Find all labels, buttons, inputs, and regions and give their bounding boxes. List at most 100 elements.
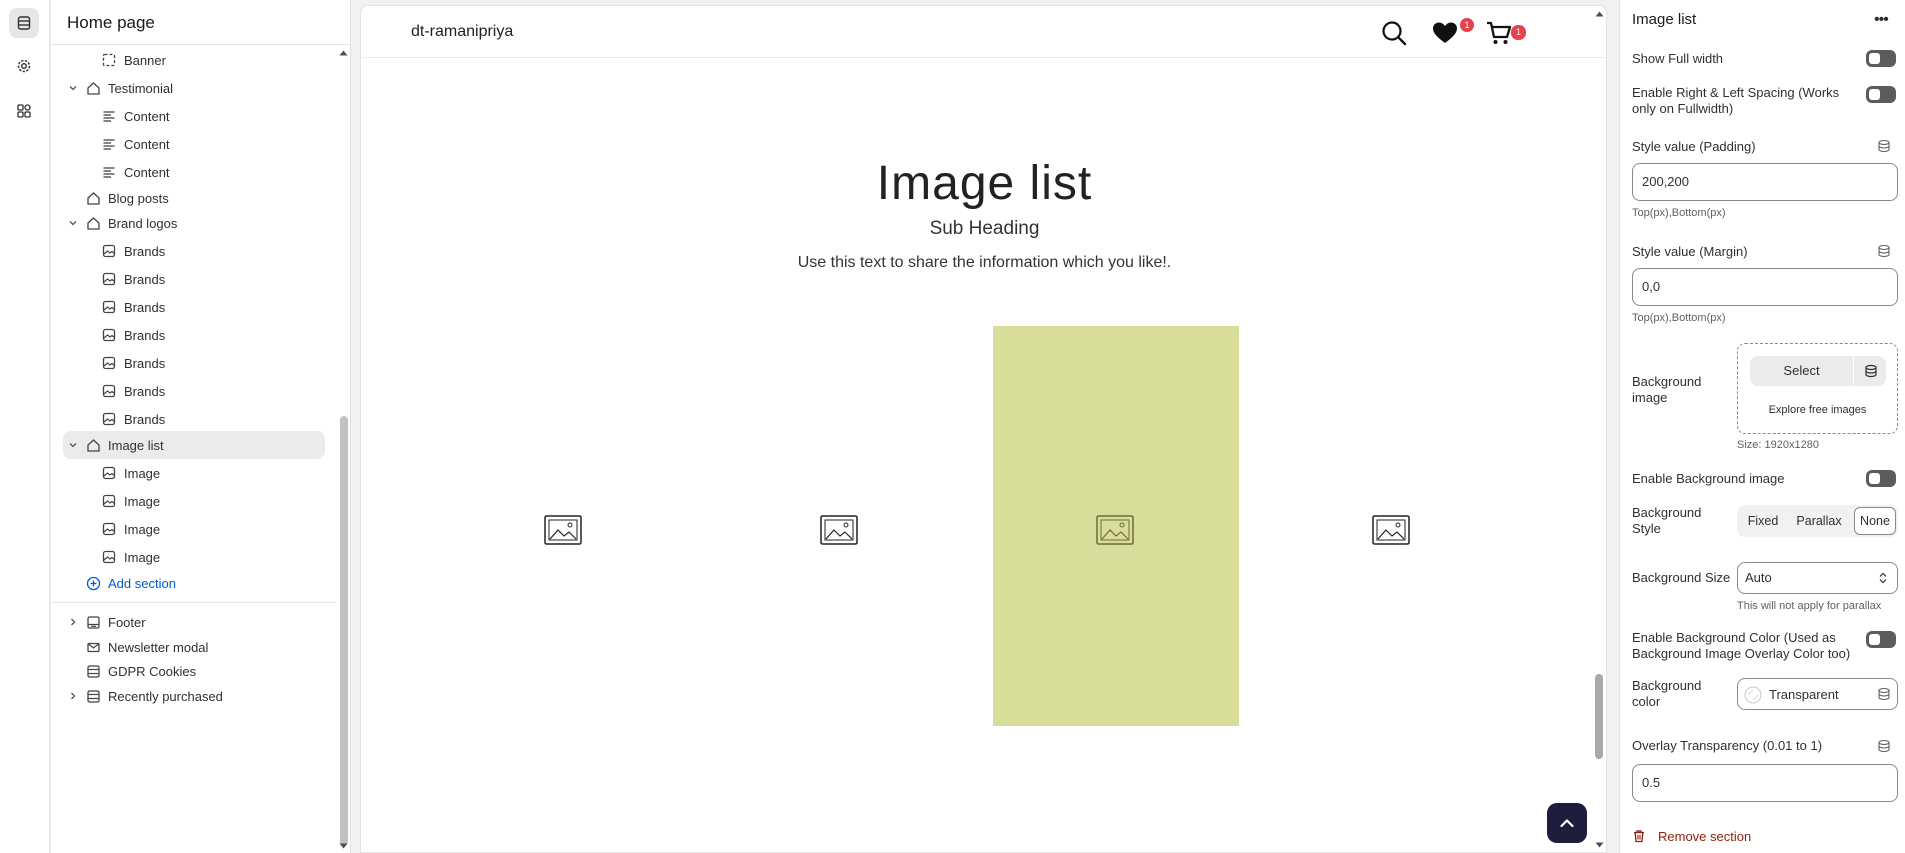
preview-scrollbar[interactable] xyxy=(1590,6,1606,852)
tree-item-brands[interactable]: Brands xyxy=(51,405,321,433)
chevron-right-icon[interactable] xyxy=(68,617,78,627)
tree-item-footer[interactable]: Footer xyxy=(51,608,321,636)
more-options-button[interactable]: ••• xyxy=(1874,11,1889,29)
tree-item-image[interactable]: Image xyxy=(51,543,321,571)
dynamic-source-icon[interactable] xyxy=(1877,739,1891,753)
tree-item-brand-logos[interactable]: Brand logos xyxy=(51,209,321,237)
bg-style-option-fixed[interactable]: Fixed xyxy=(1741,507,1785,535)
tree-item-label: Footer xyxy=(108,614,146,630)
transparent-swatch-icon xyxy=(1744,686,1762,704)
tree-item-brands[interactable]: Brands xyxy=(51,349,321,377)
wishlist-heart-icon[interactable] xyxy=(1431,19,1459,47)
chevron-down-icon[interactable] xyxy=(68,440,78,450)
sections-nav-button[interactable] xyxy=(9,8,39,38)
apps-nav-button[interactable] xyxy=(9,96,39,126)
tree-item-content[interactable]: Content xyxy=(51,130,321,158)
preview-scrollbar-thumb[interactable] xyxy=(1595,674,1603,759)
plus-circle-icon xyxy=(85,575,101,591)
store-header: dt-ramanipriya 1 1 xyxy=(361,6,1606,58)
background-size-select[interactable]: Auto xyxy=(1737,562,1898,594)
chevron-down-icon[interactable] xyxy=(68,218,78,228)
icon-rail xyxy=(0,0,50,853)
tree-item-image[interactable]: Image xyxy=(51,487,321,515)
tree-item-content[interactable]: Content xyxy=(51,158,321,186)
tree-item-banner[interactable]: Banner xyxy=(51,46,321,74)
remove-section-button[interactable]: Remove section xyxy=(1632,825,1751,847)
padding-label: Style value (Padding) xyxy=(1632,139,1756,154)
settings-nav-button[interactable] xyxy=(9,51,39,81)
background-size-value: Auto xyxy=(1745,570,1772,585)
tree-item-recently-purchased[interactable]: Recently purchased xyxy=(51,682,321,710)
tree-item-label: Brands xyxy=(124,327,166,343)
background-size-help: This will not apply for parallax xyxy=(1737,600,1882,612)
tree-item-label: Blog posts xyxy=(108,190,169,206)
bg-style-option-parallax[interactable]: Parallax xyxy=(1787,507,1851,535)
layout-section-icon xyxy=(85,663,101,679)
tree-item-image[interactable]: Image xyxy=(51,515,321,543)
background-color-picker[interactable]: Transparent xyxy=(1737,678,1898,710)
scroll-up-arrow-icon[interactable] xyxy=(1595,11,1604,17)
dynamic-source-icon[interactable] xyxy=(1877,139,1891,153)
chevron-down-icon[interactable] xyxy=(68,83,78,93)
image-block-icon xyxy=(101,327,117,343)
enable-background-color-toggle[interactable] xyxy=(1866,631,1896,648)
store-name[interactable]: dt-ramanipriya xyxy=(411,23,513,41)
enable-spacing-toggle[interactable] xyxy=(1866,86,1896,103)
tree-item-testimonial[interactable]: Testimonial xyxy=(51,74,321,102)
dynamic-source-icon[interactable] xyxy=(1877,244,1891,258)
scroll-down-arrow-icon[interactable] xyxy=(1595,842,1604,848)
tree-item-brands[interactable]: Brands xyxy=(51,265,321,293)
show-full-width-toggle[interactable] xyxy=(1866,50,1896,67)
remove-section-label: Remove section xyxy=(1658,828,1752,844)
margin-input[interactable]: 0,0 xyxy=(1632,268,1898,306)
tree-item-gdpr-cookies[interactable]: GDPR Cookies xyxy=(51,657,321,685)
section-home-icon xyxy=(85,215,101,231)
tree-item-label: Brands xyxy=(124,355,166,371)
gear-icon xyxy=(17,59,31,73)
search-icon[interactable] xyxy=(1380,19,1408,47)
dynamic-source-icon[interactable] xyxy=(1864,364,1878,378)
tree-item-brands[interactable]: Brands xyxy=(51,377,321,405)
tree-scrollbar-thumb[interactable] xyxy=(340,416,348,846)
tree-item-image-list[interactable]: Image list xyxy=(63,431,325,459)
tree-item-label: Brands xyxy=(124,243,166,259)
tree-scrollbar[interactable] xyxy=(337,46,350,853)
image-placeholder-icon xyxy=(1372,515,1410,545)
background-image-picker: Select Explore free images xyxy=(1737,343,1898,434)
tree-item-brands[interactable]: Brands xyxy=(51,321,321,349)
tree-item-brands[interactable]: Brands xyxy=(51,293,321,321)
tree-item-label: Brands xyxy=(124,299,166,315)
explore-free-images-link[interactable]: Explore free images xyxy=(1738,404,1897,416)
footer-section-icon xyxy=(85,614,101,630)
image-block-icon xyxy=(101,271,117,287)
padding-input[interactable]: 200,200 xyxy=(1632,163,1898,201)
dynamic-source-icon[interactable] xyxy=(1877,687,1891,701)
tree-item-content[interactable]: Content xyxy=(51,102,321,130)
enable-background-image-label: Enable Background image xyxy=(1632,471,1785,486)
tree-item-blog-posts[interactable]: Blog posts xyxy=(51,184,321,212)
section-home-icon xyxy=(85,190,101,206)
chevron-right-icon[interactable] xyxy=(68,691,78,701)
margin-help-text: Top(px),Bottom(px) xyxy=(1632,312,1726,324)
image-card[interactable] xyxy=(717,326,963,726)
scroll-up-arrow-icon[interactable] xyxy=(339,50,348,56)
tree-item-label: GDPR Cookies xyxy=(108,663,197,679)
back-to-top-button[interactable] xyxy=(1547,803,1587,843)
tree-item-label: Image xyxy=(124,493,161,509)
add-section-button[interactable]: Add section xyxy=(51,569,321,597)
image-card[interactable] xyxy=(1269,326,1515,726)
bg-style-option-none[interactable]: None xyxy=(1854,507,1896,535)
image-placeholder-icon xyxy=(1096,515,1134,545)
cart-count-badge: 1 xyxy=(1511,25,1526,40)
enable-background-image-toggle[interactable] xyxy=(1866,470,1896,487)
background-image-label: Background image xyxy=(1632,374,1702,405)
scroll-down-arrow-icon[interactable] xyxy=(339,843,348,849)
cart-icon[interactable] xyxy=(1485,19,1513,47)
image-card-active[interactable] xyxy=(993,326,1239,726)
image-card[interactable] xyxy=(441,326,687,726)
tree-item-label: Image xyxy=(124,521,161,537)
tree-item-brands[interactable]: Brands xyxy=(51,237,321,265)
overlay-transparency-input[interactable]: 0.5 xyxy=(1632,764,1898,802)
select-image-button[interactable]: Select xyxy=(1750,356,1853,386)
tree-item-image[interactable]: Image xyxy=(51,459,321,487)
